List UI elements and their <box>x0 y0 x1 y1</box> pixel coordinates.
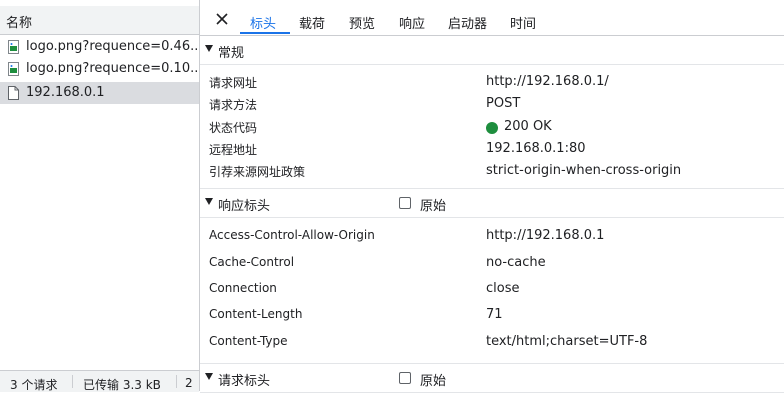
row-value: POST <box>486 96 521 111</box>
row-key: 请求网址 <box>209 76 258 90</box>
tab-payload[interactable]: 载荷 <box>299 13 325 32</box>
general-row: 请求方法 POST <box>200 93 784 115</box>
row-key: 请求方法 <box>209 98 258 112</box>
request-name: 192.168.0.1 <box>26 85 105 100</box>
row-value: http://192.168.0.1 <box>486 228 605 243</box>
image-file-icon <box>8 62 19 76</box>
status-ok-dot-icon <box>486 122 498 134</box>
status-code-value: 200 OK <box>504 119 552 134</box>
tab-initiator[interactable]: 启动器 <box>448 13 487 32</box>
document-icon <box>8 86 19 100</box>
status-footer: 3 个请求 已传输 3.3 kB 2 <box>0 370 199 392</box>
general-row: 请求网址 http://192.168.0.1/ <box>200 71 784 93</box>
row-key: Access-Control-Allow-Origin <box>209 228 375 242</box>
header-row: Content-Type text/html;charset=UTF-8 <box>200 331 784 353</box>
footer-divider <box>72 375 73 388</box>
tab-timing[interactable]: 时间 <box>510 13 536 32</box>
row-value: close <box>486 281 520 296</box>
row-key: 状态代码 <box>209 121 258 135</box>
transferred-size: 已传输 3.3 kB <box>83 378 161 392</box>
raw-checkbox[interactable] <box>399 197 411 209</box>
details-tabbar: 标头 载荷 预览 响应 启动器 时间 <box>200 6 784 36</box>
general-row: 引荐来源网址政策 strict-origin-when-cross-origin <box>200 160 784 182</box>
expand-triangle-icon <box>205 198 213 205</box>
request-row[interactable]: logo.png?requence=0.46... <box>0 36 199 58</box>
request-headers-title: 请求标头 <box>218 374 271 389</box>
raw-label: 原始 <box>420 199 447 214</box>
header-row: Content-Length 71 <box>200 304 784 326</box>
general-section-title: 常规 <box>218 46 245 61</box>
name-column-label: 名称 <box>6 16 33 31</box>
row-key: Content-Length <box>209 307 303 321</box>
row-key: Connection <box>209 281 277 295</box>
request-name: logo.png?requence=0.46... <box>26 39 199 54</box>
close-icon[interactable] <box>214 11 230 27</box>
response-headers-title: 响应标头 <box>218 199 271 214</box>
row-value: strict-origin-when-cross-origin <box>486 163 682 178</box>
row-key: 引荐来源网址政策 <box>209 165 306 179</box>
header-row: Cache-Control no-cache <box>200 252 784 274</box>
request-name: logo.png?requence=0.10... <box>26 61 199 76</box>
raw-checkbox[interactable] <box>399 372 411 384</box>
details-panel: 标头 载荷 预览 响应 启动器 时间 常规 请求网址 http://192.16… <box>200 0 784 393</box>
header-row: Access-Control-Allow-Origin http://192.1… <box>200 225 784 247</box>
expand-triangle-icon <box>205 373 213 380</box>
tab-headers[interactable]: 标头 <box>250 13 276 32</box>
general-row: 远程地址 192.168.0.1:80 <box>200 138 784 160</box>
request-row-selected[interactable]: 192.168.0.1 <box>0 82 199 104</box>
response-headers-section-header[interactable]: 响应标头 原始 <box>200 188 784 218</box>
row-value: 192.168.0.1:80 <box>486 141 586 156</box>
row-value: http://192.168.0.1/ <box>486 74 609 89</box>
tab-preview[interactable]: 预览 <box>349 13 375 32</box>
row-key: Cache-Control <box>209 255 295 269</box>
general-row: 状态代码 200 OK <box>200 116 784 138</box>
raw-label: 原始 <box>420 374 447 389</box>
request-count: 3 个请求 <box>10 378 58 392</box>
request-row[interactable]: logo.png?requence=0.10... <box>0 58 199 80</box>
header-row: Connection close <box>200 278 784 300</box>
row-value: 71 <box>486 307 503 322</box>
tab-response[interactable]: 响应 <box>399 13 425 32</box>
request-list-panel: 名称 logo.png?requence=0.46... logo.png?re… <box>0 0 200 392</box>
active-tab-indicator <box>240 32 290 34</box>
footer-divider <box>176 375 177 388</box>
row-value: no-cache <box>486 255 546 270</box>
expand-triangle-icon <box>205 45 213 52</box>
image-file-icon <box>8 40 19 54</box>
general-section-header[interactable]: 常规 <box>200 36 784 65</box>
row-key: 远程地址 <box>209 143 258 157</box>
footer-extra: 2 <box>185 376 193 390</box>
name-column-header[interactable]: 名称 <box>0 6 199 35</box>
request-headers-section-header[interactable]: 请求标头 原始 <box>200 363 784 393</box>
row-key: Content-Type <box>209 334 288 348</box>
row-value: text/html;charset=UTF-8 <box>486 334 648 349</box>
